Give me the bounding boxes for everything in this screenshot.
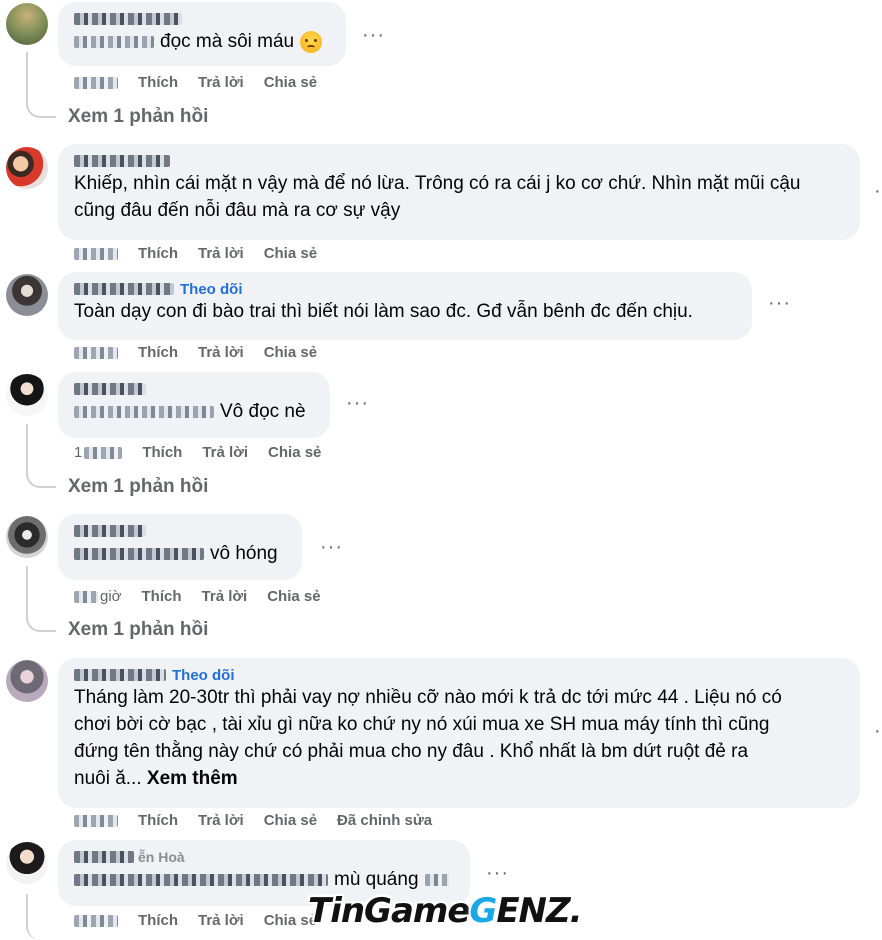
share-button[interactable]: Chia sẻ [264,812,317,829]
comment-actions: Thích Trả lời Chia sẻ [74,245,317,262]
sad-face-emoji [300,30,323,53]
like-button[interactable]: Thích [142,444,182,461]
author-name[interactable]: Theo dõi [74,280,736,298]
timestamp[interactable] [74,914,118,927]
author-name[interactable] [74,10,330,28]
follow-button[interactable]: Theo dõi [172,667,235,684]
reply-button[interactable]: Trả lời [202,444,248,461]
thread-line [26,52,56,118]
reply-button[interactable]: Trả lời [198,245,244,262]
share-button[interactable]: Chia sẻ [264,344,317,361]
comment-bubble: đọc mà sôi máu [58,2,346,66]
timestamp[interactable] [74,346,118,359]
author-name[interactable] [74,152,844,170]
comment-text-line-3: đứng tên thằng này chứ có phải mua cho n… [74,741,749,762]
share-button[interactable]: Chia sẻ [264,74,317,91]
comment-bubble: Khiếp, nhìn cái mặt n vậy mà để nó lừa. … [58,144,860,240]
comment-text-line-4: nuôi ă... Xem thêm [74,768,238,789]
timestamp[interactable]: giờ [74,588,122,605]
more-options-icon[interactable]: ··· [768,293,791,313]
comment-bubble: Theo dõi Toàn dạy con đi bào trai thì bi… [58,272,752,340]
comment-actions: 1 Thích Trả lời Chia sẻ [74,444,321,461]
watermark-logo: TinGame G ENZ. [308,891,583,931]
author-name[interactable] [74,380,314,398]
more-options-icon[interactable]: · [874,181,882,201]
timestamp[interactable] [74,814,118,827]
like-button[interactable]: Thích [138,912,178,929]
comment-text-line-2: cũng đâu đến nỗi đâu mà ra cơ sự vậy [74,200,401,221]
like-button[interactable]: Thích [138,812,178,829]
thread-line [26,566,56,632]
avatar[interactable] [6,3,48,45]
author-name[interactable]: ễn Hoà [74,848,454,866]
comment-text: đọc mà sôi máu [74,28,330,55]
avatar[interactable] [6,842,48,884]
more-options-icon[interactable]: ··· [346,393,369,413]
author-name[interactable] [74,522,286,540]
share-button[interactable]: Chia sẻ [264,245,317,262]
avatar[interactable] [6,147,48,189]
timestamp[interactable] [74,247,118,260]
share-button[interactable]: Chia sẻ [268,444,321,461]
comment-actions: giờ Thích Trả lời Chia sẻ [74,588,321,605]
like-button[interactable]: Thích [138,245,178,262]
reply-button[interactable]: Trả lời [198,74,244,91]
like-button[interactable]: Thích [138,344,178,361]
comment-text-line-1: Tháng làm 20-30tr thì phải vay nợ nhiều … [74,687,782,708]
comment-actions: Thích Trả lời Chia sẻ [74,344,317,361]
follow-button[interactable]: Theo dõi [180,281,243,298]
comment-bubble: Vô đọc nè [58,372,330,438]
comment-text-content: vô hóng [210,543,278,564]
avatar[interactable] [6,516,48,558]
comment-text: Toàn dạy con đi bào trai thì biết nói là… [74,301,693,322]
comment-bubble: vô hóng [58,514,302,580]
comment-text: vô hóng [74,540,286,567]
comment-text-line-1: Khiếp, nhìn cái mặt n vậy mà để nó lừa. … [74,173,801,194]
avatar[interactable] [6,374,48,416]
comment-text: Vô đọc nè [74,398,314,425]
like-button[interactable]: Thích [138,74,178,91]
share-button[interactable]: Chia sẻ [267,588,320,605]
avatar[interactable] [6,660,48,702]
comment-bubble: Theo dõi Tháng làm 20-30tr thì phải vay … [58,658,860,808]
thread-line [26,894,56,940]
reply-button[interactable]: Trả lời [202,588,248,605]
comment-text-content: Vô đọc nè [220,401,306,422]
timestamp[interactable] [74,76,118,89]
comment-actions: Thích Trả lời Chia sẻ [74,912,317,929]
view-replies-link[interactable]: Xem 1 phản hồi [68,476,208,498]
see-more-link[interactable]: Xem thêm [147,768,238,789]
view-replies-link[interactable]: Xem 1 phản hồi [68,106,208,128]
reply-button[interactable]: Trả lời [198,812,244,829]
comment-actions: Thích Trả lời Chia sẻ [74,74,317,91]
more-options-icon[interactable]: · [874,721,882,741]
author-name[interactable]: Theo dõi [74,666,844,684]
comment-text-line-2: chơi bời cờ bạc , tài xỉu gì nữa ko chứ … [74,714,770,735]
more-options-icon[interactable]: ··· [320,537,343,557]
more-options-icon[interactable]: ··· [362,25,385,45]
more-options-icon[interactable]: ··· [486,863,509,883]
thread-line [26,424,56,488]
view-replies-link[interactable]: Xem 1 phản hồi [68,619,208,641]
comment-text-content: đọc mà sôi máu [160,31,295,52]
reply-button[interactable]: Trả lời [198,912,244,929]
edited-label: Đã chỉnh sửa [337,812,433,829]
timestamp[interactable]: 1 [74,444,123,461]
reply-button[interactable]: Trả lời [198,344,244,361]
like-button[interactable]: Thích [142,588,182,605]
avatar[interactable] [6,274,48,316]
comment-actions: Thích Trả lời Chia sẻ Đã chỉnh sửa [74,812,432,829]
